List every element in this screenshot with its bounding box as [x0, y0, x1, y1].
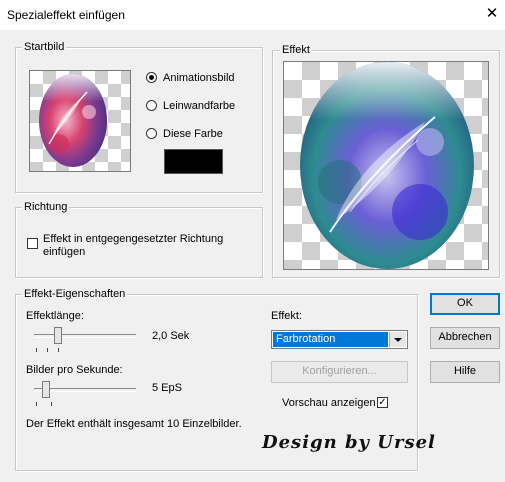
radio-diese-farbe-label: Diese Farbe — [163, 128, 223, 140]
effekt-select-label: Effekt: — [271, 310, 302, 322]
color-swatch[interactable] — [164, 149, 223, 174]
title-bar: Spezialeffekt einfügen ✕ — [0, 0, 505, 30]
bilder-label: Bilder pro Sekunde: — [26, 364, 123, 376]
help-button[interactable]: Hilfe — [430, 361, 500, 383]
effektlaenge-label: Effektlänge: — [26, 310, 84, 322]
watermark-signature: Design by Ursel — [262, 432, 436, 453]
effekt-image — [300, 62, 474, 269]
radio-leinwandfarbe-label: Leinwandfarbe — [163, 100, 236, 112]
bilder-slider[interactable] — [42, 381, 50, 398]
startbild-label: Startbild — [22, 41, 67, 54]
effekt-select[interactable]: Farbrotation — [271, 330, 408, 349]
richtung-label: Richtung — [22, 201, 70, 214]
effektlaenge-slider[interactable] — [54, 327, 62, 344]
preview-checkbox-label: Vorschau anzeigen — [282, 397, 376, 409]
radio-diese-farbe[interactable] — [146, 128, 157, 139]
feather-effect-image — [300, 62, 474, 269]
effektlaenge-tick — [36, 348, 37, 352]
reverse-direction-label: Effekt in entgegengesetzter Richtung — [43, 233, 224, 245]
ok-button[interactable]: OK — [430, 293, 500, 315]
reverse-direction-checkbox[interactable] — [27, 238, 38, 249]
radio-animationsbild-label: Animationsbild — [163, 72, 235, 84]
preview-checkbox[interactable]: ✓ — [377, 397, 388, 408]
effekt-select-value: Farbrotation — [273, 332, 388, 347]
bilder-value: 5 EpS — [152, 382, 182, 394]
startbild-preview — [29, 70, 131, 172]
effekt-preview-label: Effekt — [280, 44, 312, 57]
radio-animationsbild[interactable] — [146, 72, 157, 83]
effektlaenge-slider-track — [34, 334, 136, 338]
startbild-image — [39, 74, 107, 167]
chevron-down-icon[interactable] — [389, 332, 406, 347]
close-icon[interactable]: ✕ — [482, 4, 502, 24]
effektlaenge-tick — [47, 348, 48, 352]
cancel-button[interactable]: Abbrechen — [430, 327, 500, 349]
info-text: Der Effekt enthält insgesamt 10 Einzelbi… — [26, 418, 242, 430]
window-title: Spezialeffekt einfügen — [7, 8, 125, 22]
feather-image — [39, 74, 107, 167]
bilder-tick — [36, 402, 37, 406]
effektlaenge-tick — [58, 348, 59, 352]
reverse-direction-label-2: einfügen — [43, 246, 86, 258]
effekt-preview — [283, 61, 489, 270]
bilder-tick — [51, 402, 52, 406]
effektlaenge-value: 2,0 Sek — [152, 330, 190, 342]
configure-button[interactable]: Konfigurieren... — [271, 361, 408, 383]
radio-leinwandfarbe[interactable] — [146, 100, 157, 111]
eigenschaften-label: Effekt-Eigenschaften — [22, 288, 128, 301]
